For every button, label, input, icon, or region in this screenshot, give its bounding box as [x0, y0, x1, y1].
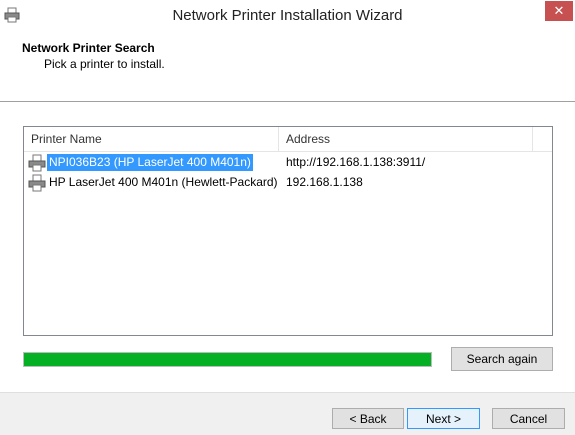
page-subtitle: Pick a printer to install. — [44, 57, 165, 71]
title-bar: Network Printer Installation Wizard ✕ — [0, 0, 575, 32]
next-button[interactable]: Next > — [407, 408, 480, 429]
window-title: Network Printer Installation Wizard — [172, 7, 403, 24]
printer-address: http://192.168.1.138:3911/ — [286, 155, 426, 169]
list-item[interactable]: HP LaserJet 400 M401n (Hewlett-Packard) … — [24, 173, 552, 193]
search-again-button[interactable]: Search again — [451, 347, 553, 371]
list-header: Printer Name Address — [24, 127, 552, 152]
printer-address: 192.168.1.138 — [286, 175, 363, 189]
page-title: Network Printer Search — [22, 41, 155, 55]
cancel-button[interactable]: Cancel — [492, 408, 565, 429]
wizard-footer: < Back Next > Cancel — [0, 392, 575, 435]
column-header-address[interactable]: Address — [279, 127, 533, 151]
printer-icon — [28, 154, 46, 172]
list-item[interactable]: NPI036B23 (HP LaserJet 400 M401n) http:/… — [24, 153, 552, 173]
printer-list[interactable]: Printer Name Address NPI036B23 (HP Laser… — [23, 126, 553, 336]
printer-name: NPI036B23 (HP LaserJet 400 M401n) — [47, 154, 253, 171]
close-button[interactable]: ✕ — [545, 1, 573, 21]
search-progress-bar — [23, 352, 432, 367]
printer-name: HP LaserJet 400 M401n (Hewlett-Packard) — [49, 175, 278, 189]
progress-fill — [24, 353, 431, 366]
wizard-content: Printer Name Address NPI036B23 (HP Laser… — [0, 102, 575, 392]
column-header-printer-name[interactable]: Printer Name — [24, 127, 279, 151]
wizard-header: Network Printer Search Pick a printer to… — [0, 31, 575, 102]
printer-icon — [28, 174, 46, 192]
back-button[interactable]: < Back — [332, 408, 404, 429]
